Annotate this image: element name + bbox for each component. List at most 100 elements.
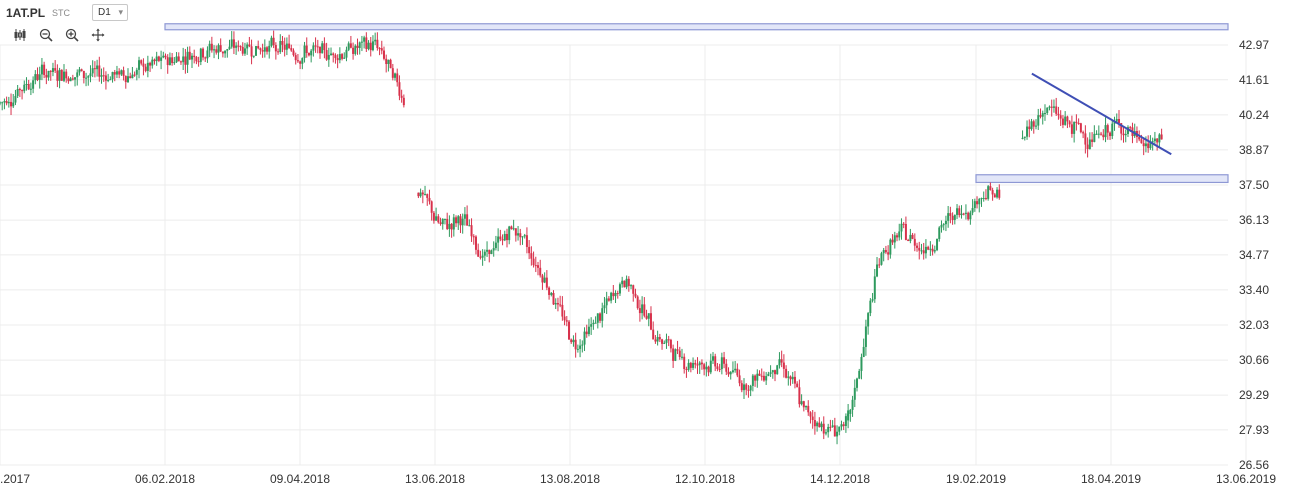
candle-down — [884, 250, 887, 253]
candle-down — [694, 362, 697, 365]
price-tick-label: 41.61 — [1239, 73, 1269, 87]
candle-up — [3, 101, 6, 103]
candle-up — [16, 88, 19, 96]
candle-up — [665, 339, 668, 343]
candle-down — [336, 58, 339, 61]
candle-down — [193, 55, 196, 58]
candle-down — [334, 55, 337, 59]
candle-down — [5, 101, 8, 104]
candle-down — [1106, 125, 1109, 133]
candle-up — [663, 342, 666, 344]
candle-down — [417, 192, 420, 197]
candle-down — [257, 46, 260, 49]
candle-down — [519, 233, 522, 238]
candle-down — [607, 298, 610, 301]
candle-up — [155, 56, 158, 62]
candle-down — [833, 425, 836, 437]
candle-down — [672, 348, 675, 361]
candle-up — [711, 356, 714, 361]
candle-up — [76, 72, 79, 78]
candle-down — [896, 235, 899, 238]
candle-down — [177, 56, 180, 62]
candle-down — [210, 43, 213, 51]
candle-down — [714, 356, 717, 367]
candle-up — [909, 234, 912, 242]
candle-down — [822, 423, 825, 434]
candle-down — [133, 74, 136, 76]
candle-up — [213, 49, 216, 51]
candle-down — [239, 46, 242, 48]
candle-down — [1079, 123, 1082, 133]
candle-up — [924, 246, 927, 254]
candle-down — [758, 373, 761, 376]
candle-up — [572, 339, 575, 343]
candle-down — [652, 329, 655, 340]
candle-down — [455, 217, 458, 224]
candle-down — [474, 236, 477, 250]
candle-up — [58, 69, 61, 81]
date-tick-label: 19.02.2019 — [946, 472, 1006, 486]
candle-up — [330, 53, 333, 55]
candle-down — [439, 222, 442, 225]
candle-up — [601, 308, 604, 321]
candle-up — [12, 102, 15, 107]
candle-up — [285, 43, 288, 50]
candle-up — [448, 223, 451, 230]
candle-down — [277, 51, 280, 53]
candle-up — [1093, 133, 1096, 142]
candle-down — [738, 375, 741, 384]
candle-up — [34, 74, 37, 81]
candle-down — [93, 68, 96, 70]
candle-down — [232, 39, 235, 48]
candle-down — [813, 420, 816, 427]
candle-down — [891, 239, 894, 243]
candle-up — [827, 426, 830, 433]
candle-up — [228, 46, 231, 50]
candle-up — [74, 77, 77, 80]
candle-up — [630, 285, 633, 287]
price-tick-label: 37.50 — [1239, 178, 1269, 192]
candle-down — [661, 339, 664, 344]
candle-up — [96, 65, 99, 70]
candle-up — [847, 413, 850, 421]
candle-up — [38, 74, 41, 80]
candle-up — [836, 431, 839, 437]
candle-down — [470, 225, 473, 237]
candle-down — [266, 47, 269, 52]
candle-up — [610, 292, 613, 301]
candle-up — [987, 186, 990, 199]
candle-up — [206, 50, 209, 59]
candle-up — [468, 225, 471, 227]
candle-down — [60, 69, 63, 81]
candle-down — [1077, 123, 1080, 125]
candle-down — [499, 236, 502, 240]
candle-down — [785, 368, 788, 378]
candle-down — [760, 375, 763, 377]
candle-down — [1055, 106, 1058, 114]
candle-up — [168, 57, 171, 66]
candle-down — [314, 45, 317, 47]
candle-down — [1140, 139, 1143, 144]
candle-up — [876, 264, 879, 277]
candle-down — [382, 50, 385, 59]
candle-down — [1160, 134, 1163, 140]
candle-down — [1122, 133, 1125, 136]
candlestick-chart[interactable]: 42.97 41.61 40.24 38.87 37.50 36.13 34.77 33.40… — [0, 0, 1302, 494]
candle-down — [402, 97, 405, 106]
candle-down — [927, 246, 930, 250]
candle-down — [65, 71, 68, 79]
date-tick-label: 14.12.2018 — [810, 472, 870, 486]
candle-up — [111, 72, 114, 80]
candle-up — [767, 373, 770, 377]
candle-up — [517, 233, 520, 236]
candle-up — [769, 372, 772, 374]
candle-down — [250, 46, 253, 57]
candle-up — [641, 304, 644, 314]
candle-up — [840, 424, 843, 427]
candle-up — [497, 236, 500, 243]
candle-down — [281, 41, 284, 45]
candle-up — [508, 226, 511, 241]
candle-up — [461, 218, 464, 226]
candle-down — [376, 39, 379, 49]
candle-down — [669, 339, 672, 349]
